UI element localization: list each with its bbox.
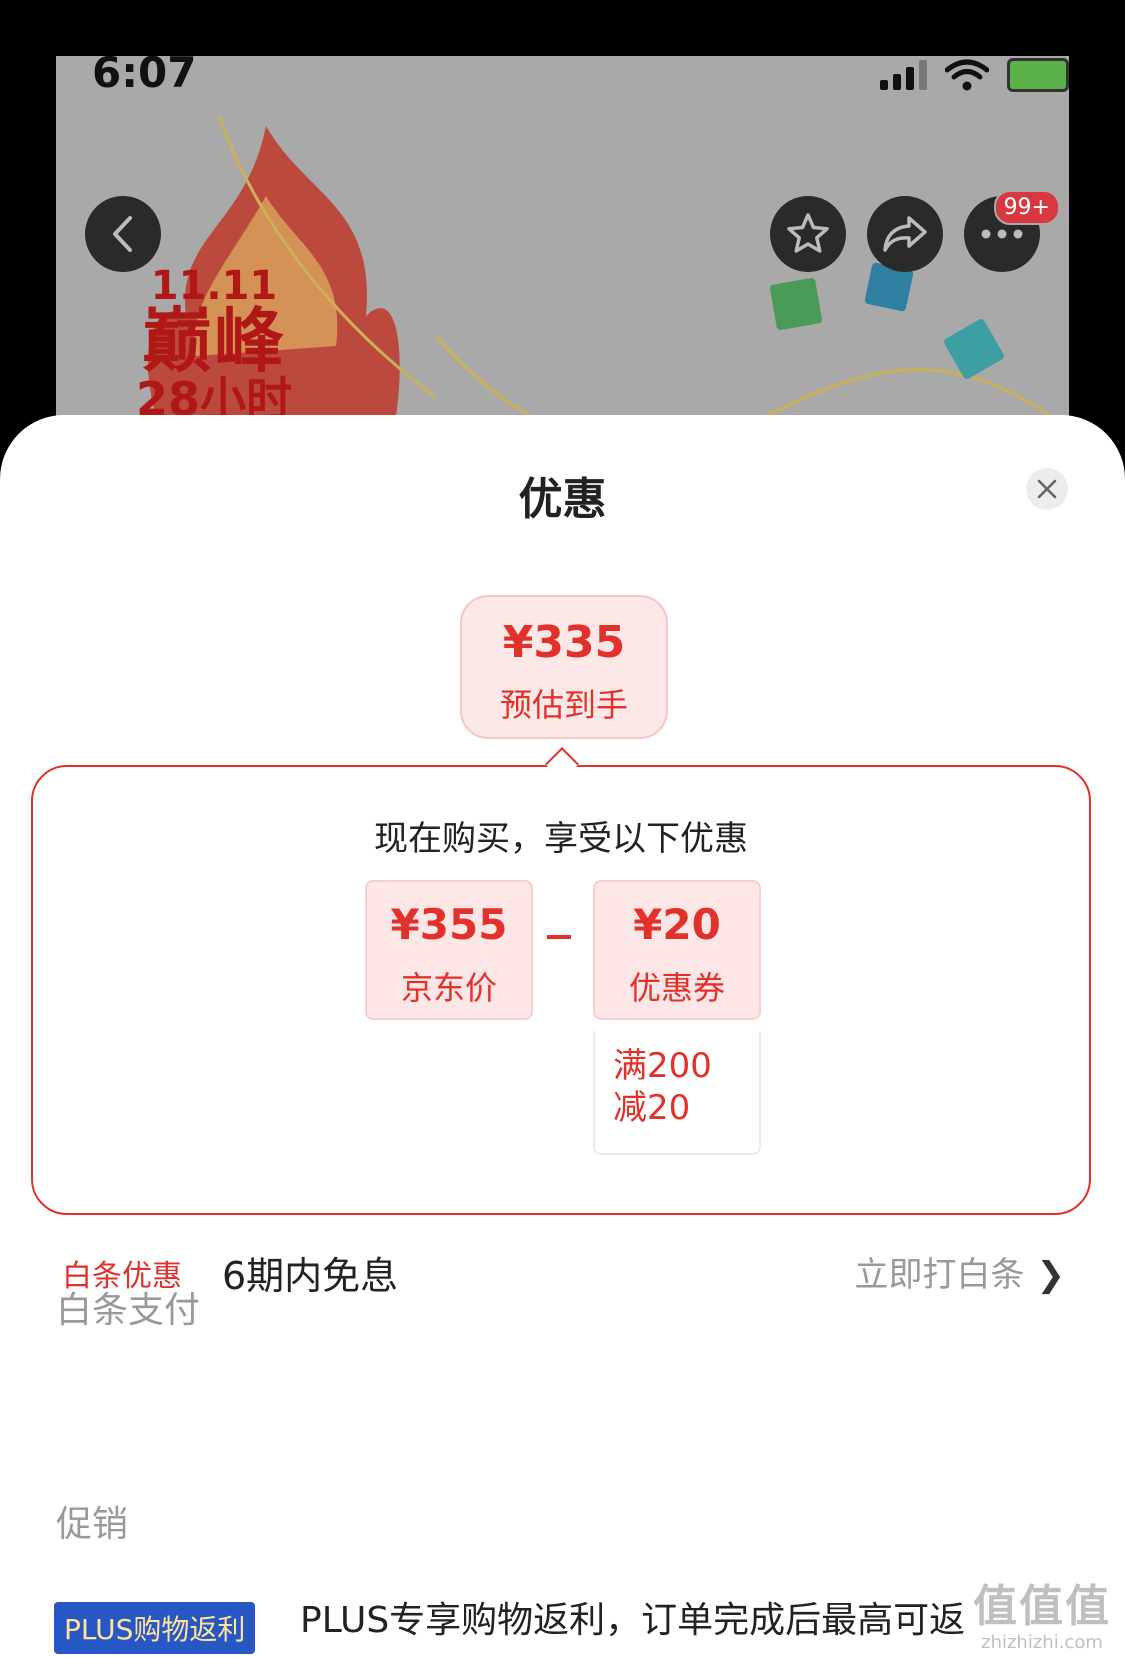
coupon-amount: ¥20	[633, 900, 721, 949]
baitiao-row[interactable]: 白条优惠 6期内免息 立即打白条 ❯	[0, 1245, 1125, 1305]
baitiao-link[interactable]: 立即打白条 ❯	[855, 1247, 1066, 1296]
close-button[interactable]	[1026, 468, 1068, 510]
favorite-button[interactable]	[770, 196, 846, 272]
sheet-title: 优惠	[518, 474, 607, 525]
gift-icon	[769, 277, 823, 331]
notification-badge: 99+	[993, 190, 1060, 225]
share-button[interactable]	[867, 196, 943, 272]
discount-breakdown-panel: 现在购买，享受以下优惠 ¥355 京东价 ¥20 优惠券 满200 减20	[31, 765, 1091, 1215]
status-time: 6:07	[92, 56, 197, 97]
close-icon	[1037, 479, 1057, 499]
baitiao-description: 6期内免息	[222, 1254, 399, 1298]
chevron-left-icon	[113, 216, 132, 252]
jd-price: ¥355	[390, 900, 508, 949]
coupon-card: ¥20 优惠券	[593, 880, 761, 1020]
status-icons	[880, 58, 1069, 92]
signal-icon	[880, 60, 927, 90]
breakdown-title: 现在购买，享受以下优惠	[374, 819, 748, 859]
promo-banner-text: 11.11 巅峰 28小时	[136, 263, 293, 426]
more-button[interactable]: 99+	[964, 190, 1060, 272]
jd-price-card: ¥355 京东价	[365, 880, 533, 1020]
chevron-right-icon: ❯	[1036, 1255, 1066, 1295]
minus-sign	[547, 935, 571, 939]
background-screen: 6:07 11.11 巅峰 28小时 99+	[56, 56, 1069, 476]
estimated-price-box: ¥335 预估到手	[460, 595, 668, 739]
discount-sheet: 优惠 ¥335 预估到手 现在购买，享受以下优惠 ¥355 京东价 ¥20 优惠…	[0, 415, 1125, 1657]
coupon-label: 优惠券	[628, 969, 725, 1007]
watermark-logo: 值值值 zhizhizhi.com	[973, 1581, 1111, 1653]
jd-price-label: 京东价	[400, 969, 497, 1007]
wifi-icon	[945, 59, 989, 91]
promotion-heading: 促销	[56, 1504, 129, 1545]
coupon-rule: 满200 减20	[593, 1031, 761, 1155]
star-icon	[787, 213, 829, 253]
share-icon	[883, 216, 927, 252]
estimated-price-label: 预估到手	[499, 686, 628, 724]
more-dots-icon	[981, 229, 1023, 239]
estimated-price: ¥335	[502, 617, 626, 668]
battery-icon	[1007, 58, 1069, 92]
plus-rebate-tag: PLUS购物返利	[54, 1602, 256, 1654]
baitiao-tag: 白条优惠	[62, 1259, 182, 1294]
coupon-rule-line: 减20	[613, 1088, 691, 1128]
back-button[interactable]	[85, 196, 161, 272]
coupon-rule-line: 满200	[613, 1046, 712, 1086]
